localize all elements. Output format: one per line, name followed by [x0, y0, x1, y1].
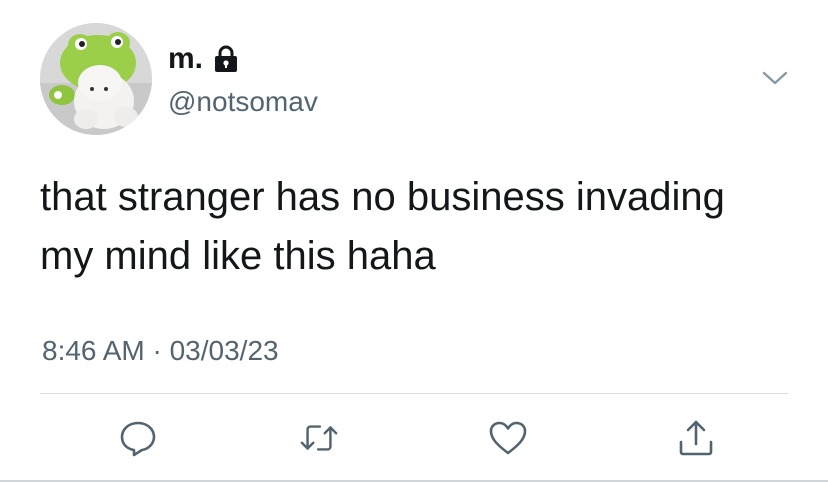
- like-button[interactable]: [488, 418, 528, 458]
- tweet-text: that stranger has no business invading m…: [40, 168, 800, 286]
- tweet-text-line: that stranger has no business invading: [40, 175, 725, 219]
- tweet-text-line: my mind like this haha: [40, 234, 436, 278]
- display-name[interactable]: m.: [168, 40, 203, 78]
- heart-icon: [489, 421, 527, 455]
- share-upload-icon: [679, 420, 713, 456]
- tweet-card: m. @notsomav that stranger has no busine…: [0, 0, 828, 482]
- avatar-image: [40, 23, 152, 135]
- avatar[interactable]: [40, 23, 152, 135]
- divider: [40, 393, 788, 394]
- speech-bubble-icon: [120, 421, 156, 457]
- user-handle[interactable]: @notsomav: [168, 84, 318, 120]
- user-header: m. @notsomav: [168, 40, 318, 120]
- tweet-timestamp[interactable]: 8:46 AM · 03/03/23: [42, 333, 279, 369]
- retweet-button[interactable]: [299, 418, 339, 458]
- lock-icon: [213, 44, 239, 74]
- name-row: m.: [168, 40, 318, 78]
- reply-button[interactable]: [118, 418, 158, 458]
- share-button[interactable]: [676, 418, 716, 458]
- chevron-down-icon[interactable]: [760, 66, 790, 90]
- retweet-icon: [300, 425, 338, 451]
